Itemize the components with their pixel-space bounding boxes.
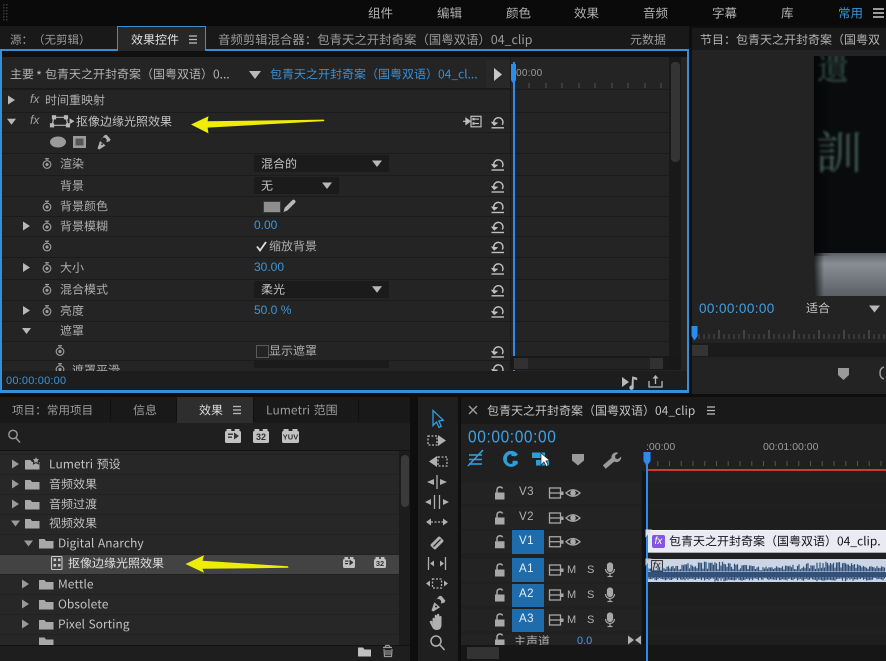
svg-text:YUV: YUV [283, 433, 298, 442]
svg-text:32: 32 [376, 559, 384, 568]
svg-text:32: 32 [256, 432, 266, 442]
